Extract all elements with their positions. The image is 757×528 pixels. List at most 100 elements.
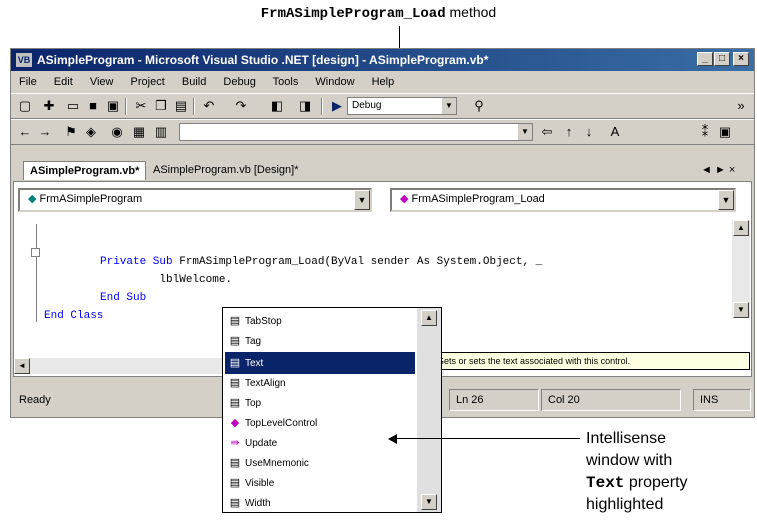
- scroll-up-button[interactable]: ▲: [733, 220, 749, 236]
- tab-scroll-controls[interactable]: ◄ ► ×: [701, 161, 735, 179]
- intellisense-item[interactable]: ▤ Tag: [225, 330, 415, 352]
- close-button[interactable]: ×: [733, 52, 749, 66]
- toolbar-overflow-icon[interactable]: »: [733, 98, 749, 114]
- minimize-button[interactable]: _: [697, 52, 713, 66]
- menu-tools[interactable]: Tools: [273, 76, 299, 88]
- cut-icon[interactable]: ✂: [133, 98, 149, 114]
- back-icon[interactable]: ←: [17, 124, 33, 140]
- forward-icon[interactable]: →: [37, 124, 53, 140]
- toolbar-more-icon[interactable]: ⁑: [697, 124, 713, 140]
- navigate-forward-icon[interactable]: ◨: [297, 98, 313, 114]
- paste-icon[interactable]: ▤: [173, 98, 189, 114]
- scroll-down-button[interactable]: ▼: [421, 494, 437, 510]
- bookmark-icon[interactable]: ⚑: [63, 124, 79, 140]
- intellisense-item[interactable]: ▤ Top: [225, 392, 415, 414]
- window-title: ASimpleProgram - Microsoft Visual Studio…: [37, 53, 489, 67]
- open-file-icon[interactable]: ▭: [65, 98, 81, 114]
- intellisense-item[interactable]: ▤ TextAlign: [225, 372, 415, 394]
- method-name-dropdown[interactable]: ◆ FrmASimpleProgram_Load ▼: [390, 188, 736, 212]
- menu-window[interactable]: Window: [315, 76, 354, 88]
- chevron-down-icon[interactable]: ▼: [442, 98, 456, 114]
- scroll-left-button[interactable]: ◄: [14, 358, 30, 374]
- intellisense-item[interactable]: ⇛ Update: [225, 432, 415, 454]
- code-line-1: Private Sub FrmASimpleProgram_Load(ByVal…: [100, 256, 542, 268]
- redo-icon[interactable]: ↷: [233, 98, 249, 114]
- annotation-line: Text property: [586, 472, 751, 494]
- scroll-down-button[interactable]: ▼: [733, 302, 749, 318]
- menu-items: File Edit View Project Build Debug Tools…: [19, 76, 408, 88]
- method-name-value: FrmASimpleProgram_Load: [411, 193, 545, 205]
- save-all-icon[interactable]: ▣: [105, 98, 121, 114]
- intellisense-item[interactable]: ▤ UseMnemonic: [225, 452, 415, 474]
- intellisense-item-label: Top: [245, 398, 262, 409]
- find-icon[interactable]: ⚲: [471, 98, 487, 114]
- intellisense-callout-arrowhead: [388, 434, 397, 444]
- solution-config-value: Debug: [352, 100, 382, 111]
- intellisense-item[interactable]: ▤ TabStop: [225, 310, 415, 332]
- code-keyword: Private Sub: [100, 256, 173, 268]
- status-ins: INS: [693, 389, 751, 411]
- undo-icon[interactable]: ↶: [201, 98, 217, 114]
- add-item-icon[interactable]: ✚: [41, 98, 57, 114]
- intellisense-item[interactable]: ▤ Width: [225, 492, 415, 512]
- chevron-down-icon[interactable]: ▼: [518, 124, 532, 140]
- intellisense-item-label: Text: [245, 358, 264, 369]
- annotation-line: window with: [586, 452, 673, 469]
- url-combo[interactable]: ▼: [179, 123, 533, 141]
- menu-build[interactable]: Build: [182, 76, 206, 88]
- chevron-down-icon[interactable]: ▼: [354, 190, 370, 210]
- vertical-scrollbar[interactable]: ▲ ▼: [732, 220, 750, 318]
- maximize-button[interactable]: □: [714, 52, 730, 66]
- status-ready: Ready: [19, 394, 51, 406]
- menu-view[interactable]: View: [90, 76, 114, 88]
- back-arrow-icon[interactable]: ⇦: [539, 124, 555, 140]
- code-line-2: lblWelcome.: [100, 274, 232, 286]
- font-size-icon[interactable]: A: [607, 124, 623, 140]
- tab-asimpleprogram-design[interactable]: ASimpleProgram.vb [Design]*: [147, 161, 305, 179]
- scroll-up-button[interactable]: ▲: [421, 310, 437, 326]
- toolbox-icon[interactable]: ▥: [153, 124, 169, 140]
- web-icon[interactable]: ▦: [131, 124, 147, 140]
- menu-project[interactable]: Project: [131, 76, 165, 88]
- property-icon: ▤: [229, 335, 241, 347]
- navigate-back-icon[interactable]: ◧: [269, 98, 285, 114]
- menu-debug[interactable]: Debug: [223, 76, 255, 88]
- intellisense-item-selected[interactable]: ▤ Text: [225, 352, 415, 374]
- code-text: lblWelcome.: [100, 274, 233, 286]
- intellisense-list[interactable]: ▤ TabStop ▤ Tag ▤ Text ▤ TextAlign ▤ Top ◆ Top…: [222, 307, 442, 513]
- title-bar[interactable]: VB ASimpleProgram - Microsoft Visual Stu…: [11, 49, 754, 71]
- class-icon: ◆: [28, 193, 37, 205]
- properties-icon[interactable]: ▣: [717, 124, 733, 140]
- up-arrow-icon[interactable]: ↑: [561, 124, 577, 140]
- class-view-icon[interactable]: ◈: [83, 124, 99, 140]
- intellisense-item[interactable]: ▤ Visible: [225, 472, 415, 494]
- collapse-toggle[interactable]: [31, 248, 40, 257]
- object-browser-icon[interactable]: ◉: [109, 124, 125, 140]
- intellisense-annotation: Intellisense window with Text property h…: [586, 428, 751, 516]
- menu-edit[interactable]: Edit: [54, 76, 73, 88]
- intellisense-scrollbar[interactable]: ▲ ▼: [417, 308, 441, 512]
- save-icon[interactable]: ■: [85, 98, 101, 114]
- tab-asimpleprogram-vb[interactable]: ASimpleProgram.vb*: [23, 161, 147, 180]
- chevron-down-icon[interactable]: ▼: [718, 190, 734, 210]
- code-text: FrmASimpleProgram_Load(ByVal sender As S…: [172, 256, 543, 268]
- class-name-dropdown[interactable]: ◆ FrmASimpleProgram ▼: [18, 188, 372, 212]
- down-arrow-icon[interactable]: ↓: [581, 124, 597, 140]
- annotation-line: highlighted: [586, 496, 664, 513]
- new-project-icon[interactable]: ▢: [17, 98, 33, 114]
- quickinfo-tooltip: Gets or sets the text associated with th…: [432, 352, 750, 370]
- property-icon: ▤: [229, 397, 241, 409]
- copy-icon[interactable]: ❐: [153, 98, 169, 114]
- toolbar-separator: [193, 98, 195, 115]
- menu-help[interactable]: Help: [372, 76, 395, 88]
- status-ln: Ln 26: [449, 389, 539, 411]
- class-name-value: FrmASimpleProgram: [39, 193, 143, 205]
- code-keyword: End Class: [44, 310, 104, 322]
- menu-file[interactable]: File: [19, 76, 37, 88]
- property-icon: ▤: [229, 497, 241, 509]
- method-annotation: FrmASimpleProgram_Load method: [0, 4, 757, 22]
- intellisense-item[interactable]: ◆ TopLevelControl: [225, 412, 415, 434]
- start-icon[interactable]: ▶: [329, 98, 345, 114]
- intellisense-callout-line: [396, 438, 580, 439]
- solution-config-combo[interactable]: Debug ▼: [347, 97, 457, 115]
